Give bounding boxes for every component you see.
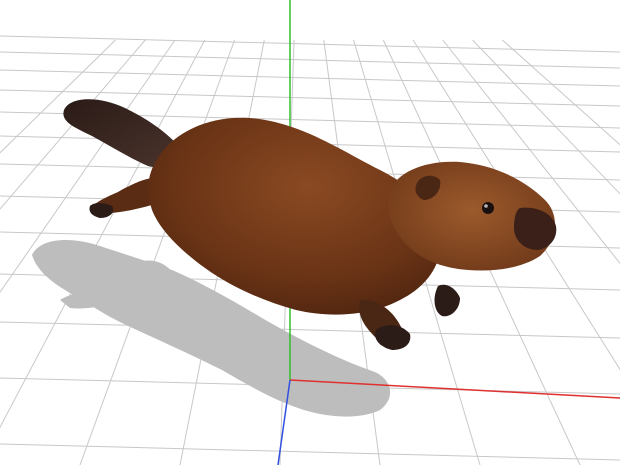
grid-line <box>0 443 620 461</box>
grid-line <box>0 321 620 339</box>
3d-viewport[interactable] <box>0 0 620 465</box>
beaver-back-paw <box>89 203 114 218</box>
viewport-canvas[interactable] <box>0 0 620 465</box>
beaver-front-paw-2 <box>434 284 460 317</box>
beaver-eye-highlight <box>484 204 488 208</box>
grid-line <box>0 69 620 87</box>
beaver-eye <box>482 202 494 214</box>
grid-line <box>0 35 620 53</box>
grid-line <box>0 51 620 69</box>
beaver-front-paw <box>375 325 411 350</box>
